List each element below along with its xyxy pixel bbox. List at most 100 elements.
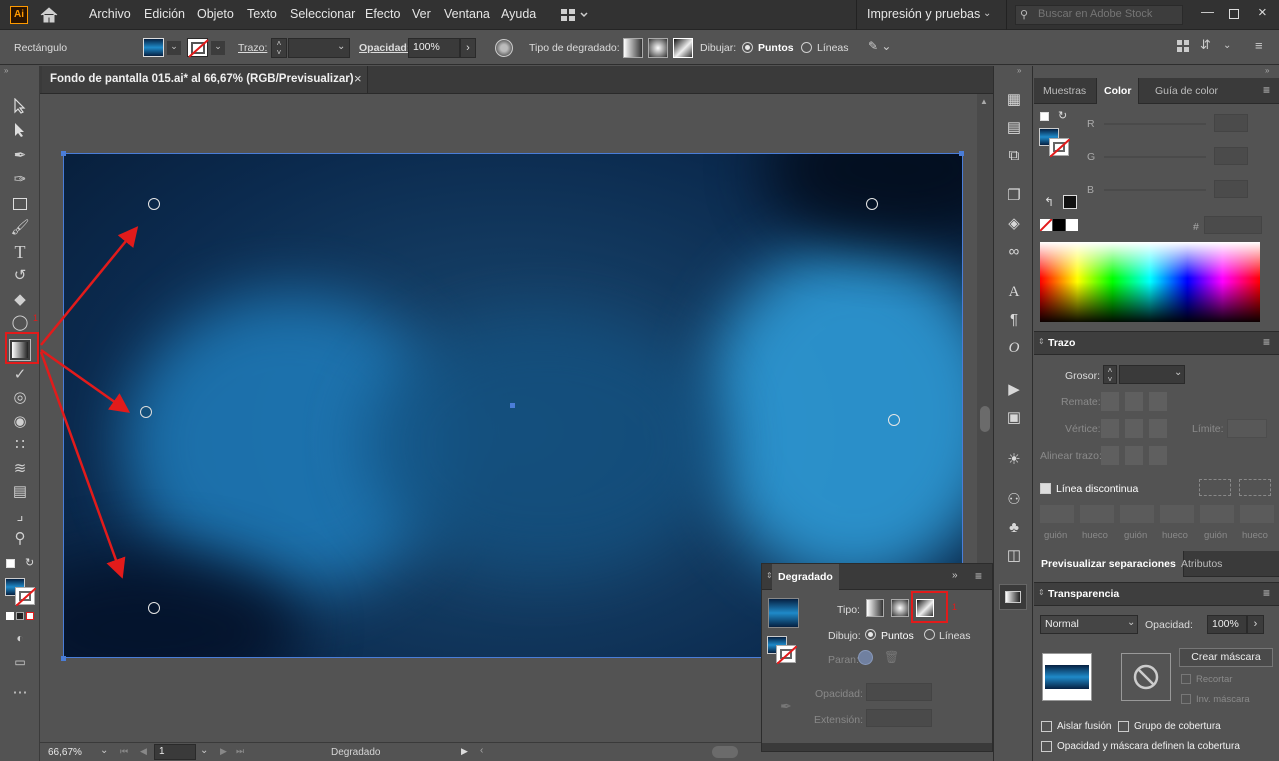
gradient-options-icon[interactable]: ✎ ⌄ [868,39,908,57]
more-tools-icon[interactable]: ⋯ [9,683,31,703]
menu-objeto[interactable]: Objeto [197,7,234,21]
align-panel-icon[interactable]: ▤ [1004,118,1024,138]
rotate-tool-icon[interactable]: ↺ [9,266,31,286]
blend-mode-select[interactable]: Normal [1040,615,1138,634]
transform-icon[interactable]: ⇵ [1200,37,1211,53]
collapse-icon[interactable]: » [1265,66,1269,75]
gradient-color-point[interactable] [888,414,900,426]
mask-thumbnail[interactable] [1121,653,1171,701]
artboards-panel-icon[interactable]: ❐ [1004,186,1024,206]
resize-bar[interactable] [762,743,992,751]
radial-gradient-button[interactable] [891,599,909,617]
delete-stop-icon[interactable]: 🗑 [884,650,899,664]
menu-icon[interactable]: ≡ [1263,586,1270,600]
clip-checkbox[interactable] [1181,674,1191,684]
menu-icon[interactable]: ≡ [1263,335,1270,349]
zoom-level[interactable]: 66,67% [48,747,82,758]
menu-edicion[interactable]: Edición [144,7,185,21]
blend-tool-icon[interactable]: ◎ [9,388,31,408]
transparency-panel-title[interactable]: Transparencia [1048,588,1119,600]
r-input[interactable] [1214,114,1248,132]
color-spectrum[interactable] [1040,242,1260,322]
eraser-tool-icon[interactable]: ◆ [9,290,31,310]
transparency-opacity-input[interactable]: 100% [1207,615,1247,634]
stroke-color-swatch[interactable] [15,587,37,607]
linear-gradient-button[interactable] [623,38,643,58]
isolate-blending-checkbox[interactable] [1041,721,1052,732]
scroll-left-icon[interactable]: ‹ [480,745,483,756]
minimize-icon[interactable]: — [1201,4,1214,19]
linear-gradient-button[interactable] [866,599,884,617]
actions-panel-icon[interactable]: ▶ [1004,380,1024,400]
menu-seleccionar[interactable]: Seleccionar [290,7,355,21]
color-stroke-swatch[interactable] [1049,138,1071,158]
draw-mode-icon[interactable]: ◐ [9,628,31,648]
pen-tool-icon[interactable]: ✒ [9,146,31,166]
curvature-tool-icon[interactable]: ✑ [9,170,31,190]
spread-control[interactable] [858,650,873,665]
corner-buttons[interactable] [1101,419,1167,438]
none-color-swatch[interactable] [1039,218,1053,232]
limit-input[interactable] [1227,419,1267,438]
chevron-down-icon[interactable]: ⌄ [211,41,225,55]
menu-icon[interactable]: ≡ [975,569,982,583]
last-color-swatch[interactable] [1063,195,1077,209]
selection-handle[interactable] [61,656,66,661]
gradient-color-point[interactable] [866,198,878,210]
menu-ayuda[interactable]: Ayuda [501,7,536,21]
gradient-stroke-swatch[interactable] [776,645,798,665]
horizontal-scroll-thumb[interactable] [712,746,738,758]
gradient-color-point[interactable] [140,406,152,418]
swap-colors-icon[interactable]: ↻ [1058,109,1067,122]
direct-selection-tool-icon[interactable] [9,122,31,142]
links-panel-icon[interactable]: ∞ [1004,242,1024,262]
b-slider[interactable] [1104,189,1206,191]
gradient-opacity-input[interactable] [866,683,932,701]
menu-icon[interactable]: ≡ [1263,83,1270,97]
menu-efecto[interactable]: Efecto [365,7,400,21]
hex-input[interactable] [1204,216,1262,234]
status-menu-icon[interactable]: ▶ [461,746,468,757]
asset-export-panel-icon[interactable]: ◫ [1004,546,1024,566]
chevron-down-icon[interactable]: ⌄ [1223,40,1231,51]
stroke-panel-title[interactable]: Trazo [1048,337,1075,349]
close-window-icon[interactable]: × [1258,4,1267,21]
type-tool-icon[interactable]: T [9,242,31,262]
shape-builder-tool-icon[interactable]: ◉ [9,412,31,432]
paragraph-panel-icon[interactable]: ¶ [1004,310,1024,330]
black-swatch[interactable] [1053,219,1065,231]
white-swatch[interactable] [1066,219,1078,231]
symbol-sprayer-tool-icon[interactable]: ∷ [9,435,31,455]
close-tab-icon[interactable]: × [354,71,362,86]
tab-swatches[interactable]: Muestras [1036,78,1093,104]
search-field[interactable]: ⚲ [1015,5,1183,25]
collapse-icon[interactable]: ⇕ [1038,337,1045,346]
weight-stepper[interactable]: ˄ ˅ [1103,365,1117,384]
b-input[interactable] [1214,180,1248,198]
align-icon[interactable] [1176,39,1190,53]
document-tab[interactable]: Fondo de pantalla 015.ai* al 66,67% (RGB… [42,66,368,93]
last-page-icon[interactable]: ⏭ [236,746,244,757]
search-input[interactable] [1038,8,1178,20]
eyedropper-icon[interactable]: ✒ [780,698,792,715]
make-mask-button[interactable]: Crear máscara [1179,648,1273,667]
default-colors-icon[interactable] [1040,112,1049,121]
expand-icon[interactable]: » [952,570,958,581]
lines-radio[interactable] [801,42,812,53]
dash-preset-1[interactable] [1199,479,1231,496]
symbols-panel-icon[interactable]: ♣ [1004,518,1024,538]
menu-icon[interactable]: ≡ [1255,38,1263,53]
collapse-icon[interactable]: » [4,66,8,75]
out-of-gamut-icon[interactable]: ↰ [1044,195,1054,209]
menu-texto[interactable]: Texto [247,7,277,21]
chevron-down-icon[interactable]: ⌄ [1127,617,1135,628]
chevron-right-icon[interactable]: › [460,38,476,58]
recolor-icon[interactable] [495,39,513,57]
opacity-input[interactable]: 100% [408,38,460,58]
dash-preset-2[interactable] [1239,479,1271,496]
invert-mask-checkbox[interactable] [1181,694,1191,704]
opacity-mask-checkbox[interactable] [1041,741,1052,752]
collapse-icon[interactable]: » [1017,66,1021,75]
g-input[interactable] [1214,147,1248,165]
zoom-tool-icon[interactable]: ⚲ [9,529,31,549]
